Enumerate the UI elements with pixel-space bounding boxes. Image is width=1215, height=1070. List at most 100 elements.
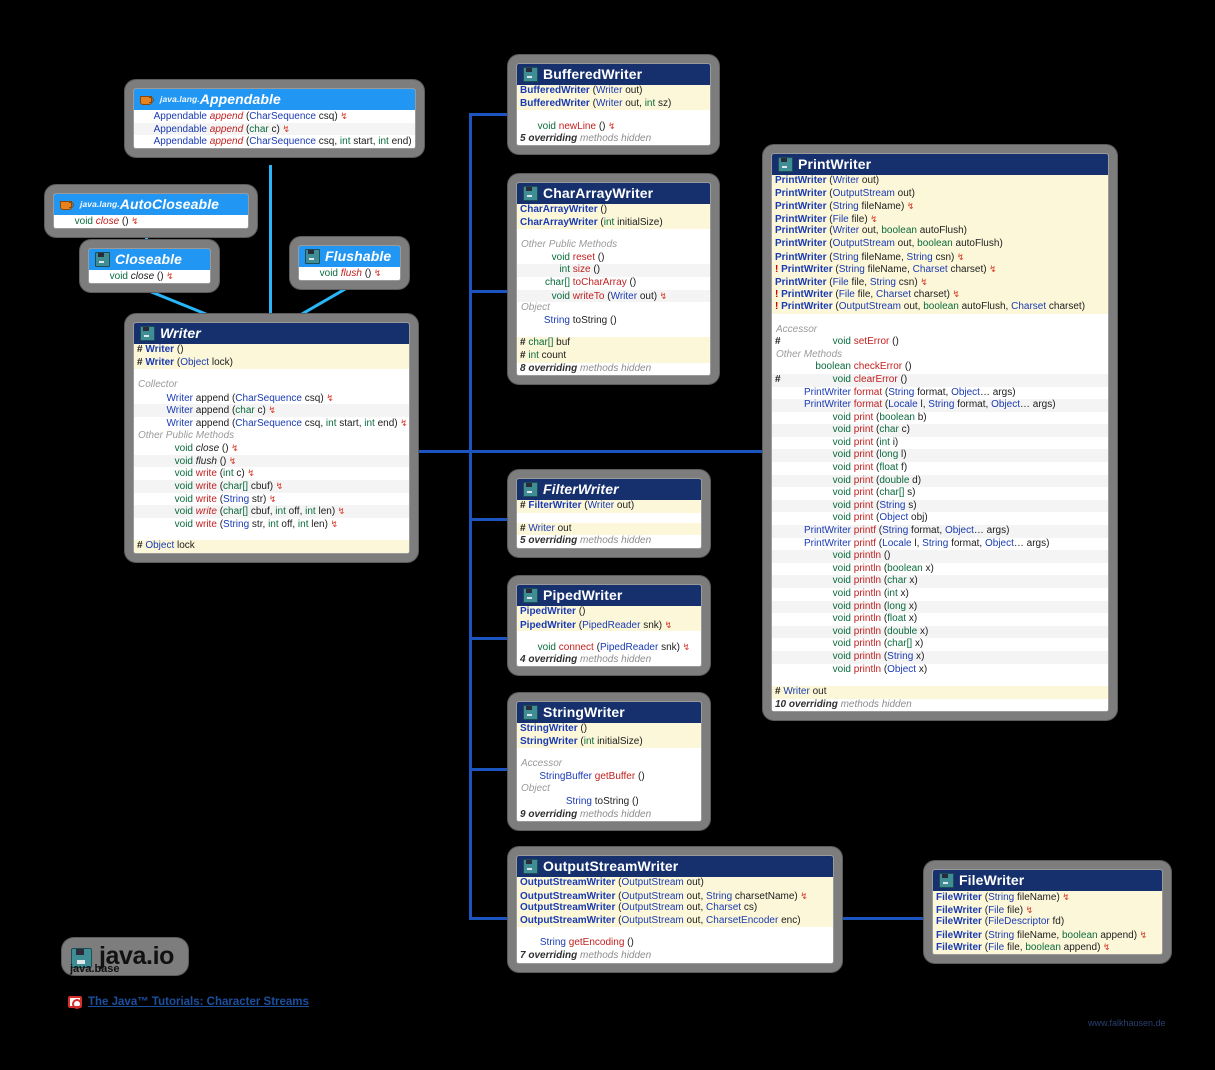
constructor-row[interactable]: StringWriter () bbox=[517, 723, 701, 736]
class-box-filewriter[interactable]: FileWriter FileWriter (String fileName) ↯… bbox=[924, 861, 1171, 963]
constructor-row[interactable]: FileWriter (String fileName, boolean app… bbox=[933, 928, 1162, 942]
class-box-filterwriter[interactable]: FilterWriter # FilterWriter (Writer out) #… bbox=[508, 470, 710, 557]
method-row[interactable]: void newLine () ↯ bbox=[517, 120, 710, 133]
method-row[interactable]: Writer append (char c) ↯ bbox=[134, 404, 409, 417]
method-row[interactable]: void write (char[] cbuf) ↯ bbox=[134, 479, 409, 493]
class-box-writer[interactable]: Writer # Writer () # Writer (Object lock) C… bbox=[125, 314, 418, 562]
field-row[interactable]: # Writer out bbox=[772, 686, 1108, 699]
hidden-members-note[interactable]: 5 overriding methods hidden bbox=[517, 535, 701, 548]
constructor-row[interactable]: BufferedWriter (Writer out, int sz) bbox=[517, 97, 710, 111]
class-box-bufferedwriter[interactable]: BufferedWriter BufferedWriter (Writer out… bbox=[508, 55, 719, 155]
constructor-row[interactable]: StringWriter (int initialSize) bbox=[517, 735, 701, 749]
hidden-members-note[interactable]: 9 overriding methods hidden bbox=[517, 808, 701, 822]
method-row[interactable]: void close () ↯ bbox=[134, 442, 409, 455]
constructor-row[interactable]: OutputStreamWriter (OutputStream out) bbox=[517, 877, 833, 890]
constructor-row[interactable]: OutputStreamWriter (OutputStream out, St… bbox=[517, 889, 833, 903]
class-box-outputstreamwriter[interactable]: OutputStreamWriter OutputStreamWriter (Ou… bbox=[508, 847, 842, 972]
constructor-row[interactable]: CharArrayWriter () bbox=[517, 204, 710, 217]
method-row[interactable]: void close () ↯ bbox=[54, 215, 248, 228]
constructor-row[interactable]: FileWriter (File file, boolean append) ↯ bbox=[933, 941, 1162, 954]
constructor-row[interactable]: PrintWriter (OutputStream out) bbox=[772, 187, 1108, 201]
method-row[interactable]: void print (boolean b) bbox=[772, 411, 1108, 425]
field-row[interactable]: # Object lock bbox=[134, 540, 409, 553]
method-row[interactable]: void print (double d) bbox=[772, 474, 1108, 488]
constructor-row[interactable]: BufferedWriter (Writer out) bbox=[517, 85, 710, 98]
method-row[interactable]: void println (long x) bbox=[772, 600, 1108, 614]
method-row[interactable]: PrintWriter printf (String format, Objec… bbox=[772, 525, 1108, 538]
hidden-members-note[interactable]: 4 overriding methods hidden bbox=[517, 653, 701, 667]
constructor-row[interactable]: ! PrintWriter (String fileName, Charset … bbox=[772, 263, 1108, 276]
constructor-row[interactable]: PipedWriter (PipedReader snk) ↯ bbox=[517, 618, 701, 632]
hidden-members-note[interactable]: 7 overriding methods hidden bbox=[517, 949, 833, 963]
method-row[interactable]: void write (char[] cbuf, int off, int le… bbox=[134, 505, 409, 518]
constructor-row[interactable]: PrintWriter (Writer out, boolean autoFlu… bbox=[772, 225, 1108, 238]
class-box-autocloseable[interactable]: java.lang. AutoCloseable void close () ↯ bbox=[45, 185, 257, 237]
constructor-row[interactable]: FileWriter (File file) ↯ bbox=[933, 903, 1162, 917]
method-row[interactable]: Appendable append (char c) ↯ bbox=[134, 122, 415, 136]
constructor-row[interactable]: PrintWriter (File file) ↯ bbox=[772, 212, 1108, 226]
method-row[interactable]: void write (String str, int off, int len… bbox=[134, 517, 409, 531]
method-row[interactable]: void println () bbox=[772, 550, 1108, 563]
method-row[interactable]: PrintWriter format (Locale l, String for… bbox=[772, 399, 1108, 412]
class-box-appendable[interactable]: java.lang. Appendable Appendable append (C… bbox=[125, 80, 424, 157]
method-row[interactable]: void println (char x) bbox=[772, 575, 1108, 588]
method-row[interactable]: void flush () ↯ bbox=[299, 267, 400, 280]
method-row[interactable]: void connect (PipedReader snk) ↯ bbox=[517, 641, 701, 654]
field-row[interactable]: # int count bbox=[517, 349, 710, 363]
constructor-row[interactable]: CharArrayWriter (int initialSize) bbox=[517, 216, 710, 230]
constructor-row[interactable]: FileWriter (FileDescriptor fd) bbox=[933, 916, 1162, 929]
hidden-members-note[interactable]: 5 overriding methods hidden bbox=[517, 132, 710, 146]
class-box-flushable[interactable]: Flushable void flush () ↯ bbox=[290, 237, 409, 289]
method-row[interactable]: void writeTo (Writer out) ↯ bbox=[517, 289, 710, 303]
method-row[interactable]: void print (int i) bbox=[772, 436, 1108, 450]
method-row[interactable]: int size () bbox=[517, 264, 710, 277]
method-row[interactable]: char[] toCharArray () bbox=[517, 276, 710, 290]
constructor-row[interactable]: # Writer () bbox=[134, 344, 409, 357]
method-row[interactable]: void println (char[] x) bbox=[772, 638, 1108, 651]
hidden-members-note[interactable]: 10 overriding methods hidden bbox=[772, 698, 1108, 712]
constructor-row[interactable]: OutputStreamWriter (OutputStream out, Ch… bbox=[517, 914, 833, 928]
method-row[interactable]: void print (char[] s) bbox=[772, 487, 1108, 500]
method-row[interactable]: void println (String x) bbox=[772, 650, 1108, 664]
method-row[interactable]: void print (char c) bbox=[772, 424, 1108, 437]
method-row[interactable]: void println (Object x) bbox=[772, 663, 1108, 677]
method-row[interactable]: Appendable append (CharSequence csq) ↯ bbox=[134, 110, 415, 123]
method-row[interactable]: String getEncoding () bbox=[517, 937, 833, 950]
method-row[interactable]: Appendable append (CharSequence csq, int… bbox=[134, 135, 415, 148]
method-row[interactable]: void println (float x) bbox=[772, 613, 1108, 626]
constructor-row[interactable]: # Writer (Object lock) bbox=[134, 356, 409, 370]
field-row[interactable]: # char[] buf bbox=[517, 337, 710, 350]
constructor-row[interactable]: PrintWriter (OutputStream out, boolean a… bbox=[772, 237, 1108, 251]
hidden-members-note[interactable]: 8 overriding methods hidden bbox=[517, 362, 710, 376]
field-row[interactable]: # Writer out bbox=[517, 522, 701, 536]
constructor-row[interactable]: PrintWriter (String fileName, String csn… bbox=[772, 250, 1108, 264]
method-row[interactable]: void println (double x) bbox=[772, 625, 1108, 639]
constructor-row[interactable]: ! PrintWriter (OutputStream out, boolean… bbox=[772, 300, 1108, 314]
method-row[interactable]: void print (Object obj) bbox=[772, 512, 1108, 526]
constructor-row[interactable]: PrintWriter (Writer out) bbox=[772, 175, 1108, 188]
method-row[interactable]: String toString () bbox=[517, 314, 710, 328]
method-row[interactable]: void print (String s) bbox=[772, 499, 1108, 513]
tutorial-link[interactable]: The Java™ Tutorials: Character Streams bbox=[68, 996, 309, 1009]
constructor-row[interactable]: PipedWriter () bbox=[517, 606, 701, 619]
class-box-chararraywriter[interactable]: CharArrayWriter CharArrayWriter () CharArr… bbox=[508, 174, 719, 385]
constructor-row[interactable]: OutputStreamWriter (OutputStream out, Ch… bbox=[517, 902, 833, 915]
class-box-printwriter[interactable]: PrintWriter PrintWriter (Writer out) Print… bbox=[763, 145, 1117, 721]
method-row[interactable]: void print (long l) bbox=[772, 449, 1108, 463]
method-row[interactable]: void flush () ↯ bbox=[134, 454, 409, 468]
method-row[interactable]: boolean checkError () bbox=[772, 361, 1108, 374]
method-row[interactable]: Writer append (CharSequence csq) ↯ bbox=[134, 391, 409, 405]
constructor-row[interactable]: PrintWriter (String fileName) ↯ bbox=[772, 200, 1108, 213]
method-row[interactable]: PrintWriter printf (Locale l, String for… bbox=[772, 537, 1108, 551]
method-row[interactable]: void write (String str) ↯ bbox=[134, 492, 409, 506]
constructor-row[interactable]: FileWriter (String fileName) ↯ bbox=[933, 891, 1162, 904]
class-box-closeable[interactable]: Closeable void close () ↯ bbox=[80, 240, 219, 292]
constructor-row[interactable]: PrintWriter (File file, String csn) ↯ bbox=[772, 275, 1108, 289]
method-row[interactable]: void reset () bbox=[517, 251, 710, 265]
method-row[interactable]: PrintWriter format (String format, Objec… bbox=[772, 386, 1108, 400]
method-row[interactable]: String toString () bbox=[517, 795, 701, 809]
method-row[interactable]: StringBuffer getBuffer () bbox=[517, 770, 701, 784]
method-row[interactable]: void println (int x) bbox=[772, 588, 1108, 601]
class-box-stringwriter[interactable]: StringWriter StringWriter () StringWriter … bbox=[508, 693, 710, 831]
method-row[interactable]: void write (int c) ↯ bbox=[134, 467, 409, 480]
